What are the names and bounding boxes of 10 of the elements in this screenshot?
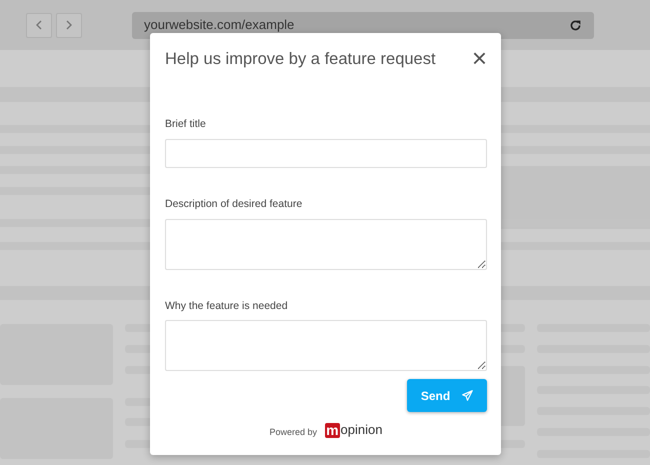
brand-logo-mark: m [325, 422, 340, 438]
brand-name: opinion [340, 421, 382, 440]
url-text: yourwebsite.com/example [144, 16, 294, 34]
field-label: Description of desired feature [165, 196, 304, 212]
field-label: Why the feature is needed [165, 298, 289, 314]
send-button[interactable]: Send [407, 379, 487, 412]
dialog-title: Help us improve by a feature request [165, 49, 436, 70]
powered-by-text: Powered by [270, 426, 318, 440]
close-button[interactable]: × [466, 47, 487, 69]
field-label: Brief title [165, 117, 207, 132]
